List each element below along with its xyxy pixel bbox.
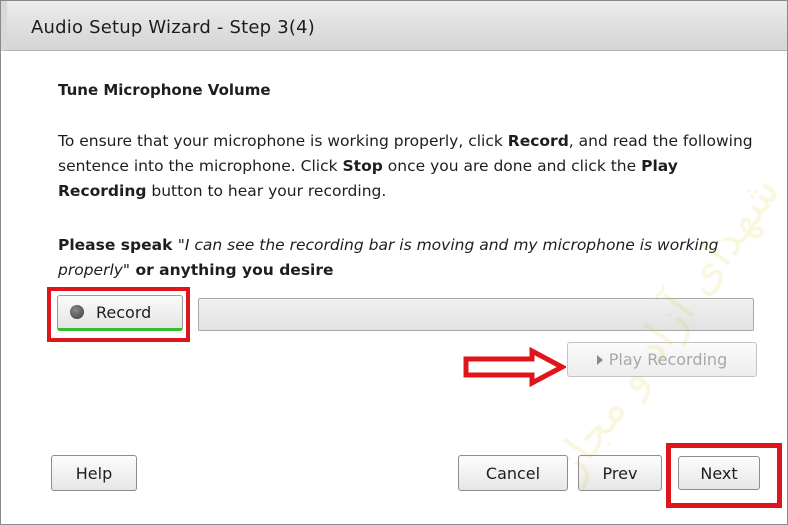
microphone-level-bar [198, 298, 754, 331]
prev-button[interactable]: Prev [578, 455, 662, 491]
instructions-part-4: button to hear your recording. [146, 182, 387, 200]
audio-setup-wizard-window: Audio Setup Wizard - Step 3(4) Tune Micr… [0, 0, 788, 525]
record-dot-icon [70, 305, 84, 319]
play-triangle-icon [596, 354, 603, 365]
instructions-record-word: Record [507, 132, 569, 150]
right-arrow-icon [463, 347, 566, 387]
window-title: Audio Setup Wizard - Step 3(4) [31, 17, 315, 38]
cancel-button[interactable]: Cancel [458, 455, 568, 491]
speak-suffix: or anything you desire [130, 261, 334, 279]
instructions-stop-word: Stop [342, 157, 383, 175]
instructions-text: To ensure that your microphone is workin… [58, 129, 758, 204]
record-button[interactable]: Record [57, 295, 183, 331]
play-recording-label: Play Recording [608, 350, 728, 369]
instructions-part-1: To ensure that your microphone is workin… [58, 132, 508, 150]
help-button[interactable]: Help [51, 455, 137, 491]
instructions-part-3: once you are done and click the [382, 157, 642, 175]
play-recording-button[interactable]: Play Recording [567, 342, 757, 377]
record-button-label: Record [96, 302, 152, 322]
speak-prefix: Please speak [58, 236, 178, 254]
next-button[interactable]: Next [678, 456, 760, 490]
title-bar[interactable]: Audio Setup Wizard - Step 3(4) [1, 1, 787, 51]
section-heading: Tune Microphone Volume [58, 81, 271, 99]
speak-prompt: Please speak "I can see the recording ba… [58, 233, 758, 283]
